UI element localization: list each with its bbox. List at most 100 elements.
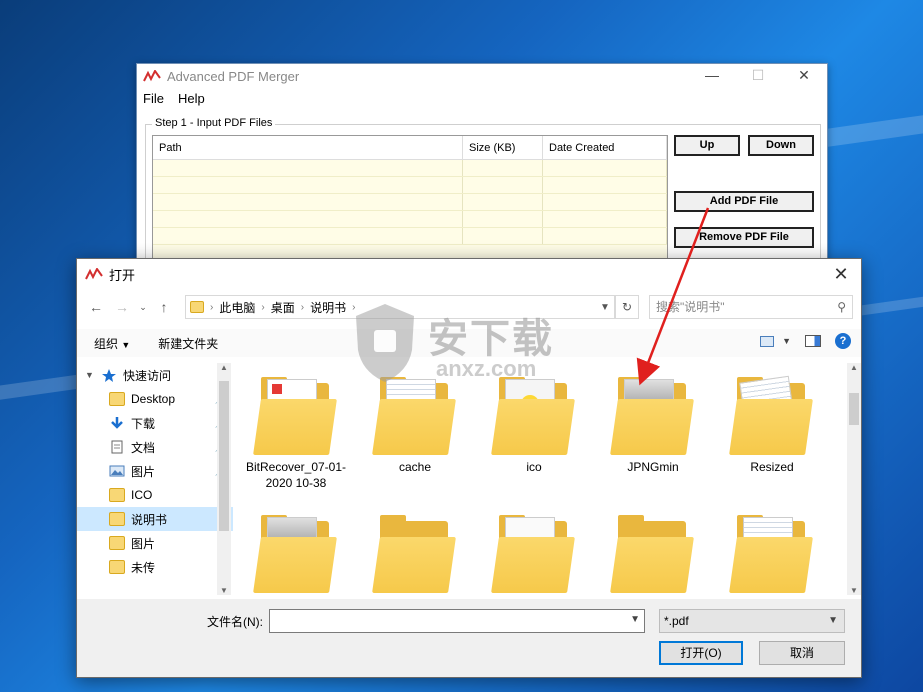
preview-pane-icon[interactable] (805, 335, 821, 347)
nav-item-label: 图片 (131, 464, 156, 479)
breadcrumb-this-pc[interactable]: 此电脑 (219, 299, 255, 316)
column-path[interactable]: Path (153, 136, 463, 159)
nav-item[interactable]: 未传 (77, 555, 233, 579)
nav-item-label: 说明书 (131, 512, 168, 527)
nav-item[interactable]: ICO (77, 483, 233, 507)
folder-icon (109, 512, 125, 526)
table-row (153, 160, 667, 177)
open-button[interactable]: 打开(O) (659, 641, 743, 665)
group-label: Step 1 - Input PDF Files (152, 117, 276, 129)
refresh-icon[interactable]: ↻ (615, 295, 639, 319)
help-icon[interactable]: ? (835, 333, 851, 349)
chevron-down-icon: ▼ (121, 339, 131, 350)
navigation-scrollbar[interactable]: ▲ ▼ (217, 363, 231, 595)
folder-item[interactable] (237, 507, 355, 595)
maximize-icon[interactable]: ☐ (735, 64, 781, 88)
folder-name: Resized (750, 460, 794, 474)
search-icon[interactable]: ⚲ (837, 296, 846, 318)
download-icon (111, 417, 123, 429)
nav-item[interactable]: 图片📌 (77, 459, 233, 483)
table-row (153, 211, 667, 228)
nav-item[interactable]: 下载📌 (77, 411, 233, 435)
folder-name: cache (398, 460, 432, 474)
folder-icon (253, 507, 339, 593)
scroll-thumb[interactable] (219, 381, 229, 531)
search-input[interactable]: 搜索"说明书" ⚲ (649, 295, 853, 319)
folder-item[interactable]: Resized (713, 369, 831, 475)
scroll-down-icon[interactable]: ▼ (220, 586, 228, 595)
dialog-titlebar[interactable]: 打开 ✕ (77, 259, 861, 289)
folder-icon (372, 507, 458, 593)
nav-item-label: 下载 (131, 416, 156, 431)
chevron-down-icon[interactable]: ▼ (596, 302, 614, 313)
merger-titlebar[interactable]: Advanced PDF Merger — ☐ ✕ (137, 64, 827, 88)
close-icon[interactable]: ✕ (821, 264, 861, 285)
file-grid: BitRecover_07-01-2020 10-38 cache ico JPNGm… (237, 363, 845, 595)
folder-item[interactable] (356, 507, 474, 595)
down-button[interactable]: Down (748, 135, 814, 156)
cancel-button[interactable]: 取消 (759, 641, 845, 665)
folder-item[interactable] (713, 507, 831, 595)
scroll-thumb[interactable] (849, 393, 859, 425)
chevron-down-icon[interactable]: ▼ (85, 370, 97, 380)
chevron-right-icon[interactable]: › (301, 302, 304, 313)
picture-icon (109, 465, 125, 477)
nav-item[interactable]: Desktop📌 (77, 387, 233, 411)
view-options-icon[interactable]: ▼ (760, 335, 791, 347)
column-date[interactable]: Date Created (543, 136, 667, 159)
filetype-select[interactable]: *.pdf ▼ (659, 609, 845, 633)
nav-item[interactable]: 图片 (77, 531, 233, 555)
filename-input[interactable]: ▼ (269, 609, 645, 633)
remove-pdf-file-button[interactable]: Remove PDF File (674, 227, 814, 248)
folder-icon (190, 301, 204, 313)
folder-item[interactable] (475, 507, 593, 595)
column-size[interactable]: Size (KB) (463, 136, 543, 159)
table-row (153, 177, 667, 194)
close-icon[interactable]: ✕ (781, 64, 827, 88)
breadcrumb-desktop[interactable]: 桌面 (271, 299, 295, 316)
nav-item-label: 未传 (131, 560, 156, 575)
navigation-pane: ▼快速访问Desktop📌下载📌文档📌图片📌ICO说明书图片未传 (77, 363, 233, 595)
chevron-down-icon[interactable]: ▼ (630, 614, 640, 625)
menu-file[interactable]: File (143, 91, 164, 106)
nav-item[interactable]: 说明书 (77, 507, 233, 531)
shield-icon (356, 304, 414, 382)
minimize-icon[interactable]: — (689, 64, 735, 88)
breadcrumb-manual[interactable]: 说明书 (310, 299, 346, 316)
nav-item-label: ICO (131, 488, 153, 502)
merger-menubar: File Help (137, 88, 827, 108)
chevron-right-icon[interactable]: › (261, 302, 264, 313)
up-button[interactable]: Up (674, 135, 740, 156)
merger-title: Advanced PDF Merger (167, 68, 300, 84)
nav-item[interactable]: 文档📌 (77, 435, 233, 459)
folder-icon (109, 392, 125, 406)
up-arrow-icon[interactable]: ↑ (151, 299, 177, 315)
new-folder-button[interactable]: 新建文件夹 (158, 335, 218, 352)
document-icon (111, 440, 123, 454)
back-arrow-icon[interactable]: ← (83, 299, 109, 315)
table-row (153, 194, 667, 211)
file-grid-scrollbar[interactable]: ▲ ▼ (847, 363, 861, 595)
folder-icon (491, 507, 577, 593)
folder-item[interactable]: JPNGmin (594, 369, 712, 475)
organize-button[interactable]: 组织 ▼ (94, 335, 130, 352)
scroll-up-icon[interactable]: ▲ (220, 363, 228, 372)
scroll-up-icon[interactable]: ▲ (850, 363, 858, 372)
recent-dropdown-icon[interactable]: ⌄ (135, 302, 151, 313)
chevron-right-icon[interactable]: › (210, 302, 213, 313)
nav-item-label: 文档 (131, 440, 156, 455)
app-logo-icon (85, 268, 103, 280)
add-pdf-file-button[interactable]: Add PDF File (674, 191, 814, 212)
search-placeholder: 搜索"说明书" (656, 300, 725, 314)
scroll-down-icon[interactable]: ▼ (850, 586, 858, 595)
nav-item[interactable]: ▼ 快速访问 (77, 363, 233, 387)
table-row (153, 228, 667, 245)
menu-help[interactable]: Help (178, 91, 205, 106)
app-logo-icon (143, 70, 161, 82)
folder-name: ico (526, 460, 542, 474)
folder-item[interactable]: BitRecover_07-01-2020 10-38 (237, 369, 355, 491)
forward-arrow-icon[interactable]: → (109, 299, 135, 315)
folder-item[interactable] (594, 507, 712, 595)
folder-icon (729, 507, 815, 593)
nav-item-label: 图片 (131, 536, 156, 551)
